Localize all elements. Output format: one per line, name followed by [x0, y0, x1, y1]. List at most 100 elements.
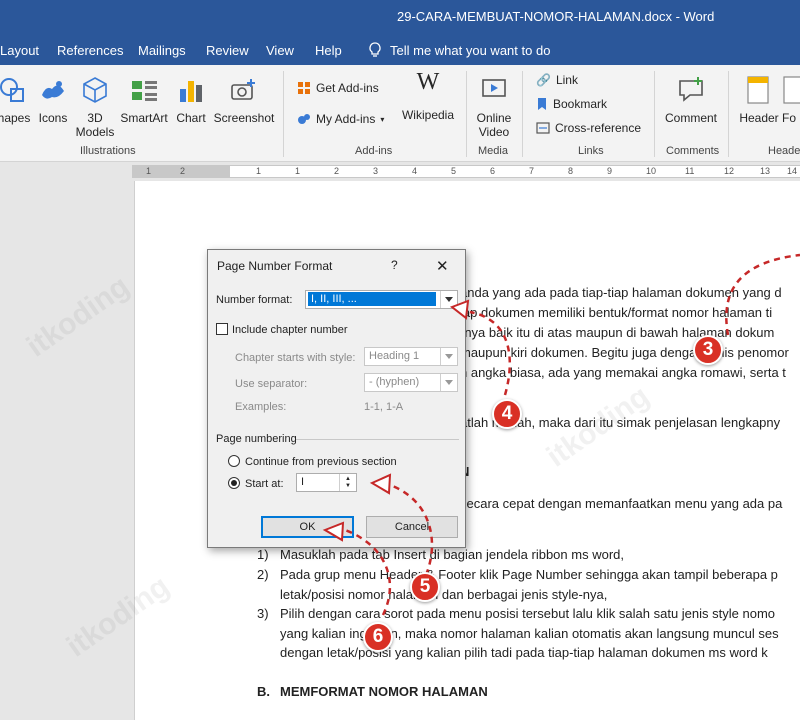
- separator-select[interactable]: - (hyphen): [364, 373, 458, 392]
- header-footer-group-label: Heade: [768, 145, 800, 157]
- section-number: B.: [257, 684, 270, 699]
- comments-group-label: Comments: [666, 145, 720, 157]
- 3d-models-button[interactable]: 3D Models: [74, 75, 116, 139]
- watermark-text: itkoding: [20, 269, 136, 364]
- 3d-models-label: 3D Models: [75, 111, 115, 139]
- ruler-tick: 14: [787, 166, 798, 176]
- tell-me-box[interactable]: Tell me what you want to do: [368, 42, 550, 58]
- start-at-label: Start at:: [245, 478, 284, 490]
- ruler-tick: 1: [295, 166, 301, 176]
- header-label: Header: [739, 111, 779, 125]
- screenshot-button[interactable]: Screenshot: [212, 75, 276, 125]
- dialog-title: Page Number Format: [217, 259, 333, 273]
- chevron-down-icon: [440, 374, 457, 391]
- ruler-tick: 1: [256, 166, 262, 176]
- cube-icon: [83, 77, 107, 103]
- step-marker-6: 6: [363, 622, 393, 652]
- icons-button[interactable]: Icons: [36, 75, 70, 125]
- number-format-label: Number format:: [216, 294, 293, 306]
- wikipedia-button[interactable]: W Wikipedia: [398, 69, 458, 122]
- tab-references[interactable]: References: [57, 43, 123, 58]
- list-item-text: Pilih dengan cara sorot pada menu posisi…: [280, 606, 775, 621]
- comment-button[interactable]: Comment: [662, 75, 720, 125]
- tab-help[interactable]: Help: [315, 43, 342, 58]
- bookmark-label: Bookmark: [553, 97, 608, 111]
- tab-view[interactable]: View: [266, 43, 294, 58]
- tab-layout[interactable]: Layout: [0, 43, 39, 58]
- cross-reference-button[interactable]: Cross-reference: [536, 121, 641, 135]
- chart-icon: [180, 81, 202, 102]
- close-icon[interactable]: ✕: [436, 257, 449, 275]
- addins-icon: [298, 114, 310, 124]
- link-button[interactable]: 🔗 Link: [536, 73, 578, 87]
- group-separator: [283, 71, 284, 157]
- links-group-label: Links: [578, 145, 604, 157]
- bookmark-icon: [538, 98, 546, 110]
- group-separator: [466, 71, 467, 157]
- header-button[interactable]: Header: [736, 75, 782, 125]
- get-addins-button[interactable]: Get Add-ins: [297, 81, 379, 95]
- ruler-tick: 3: [373, 166, 379, 176]
- ruler-area: 1 2 1 1 2 3 4 5 6 7 8 9 10 11 12 13 14: [0, 162, 800, 180]
- my-addins-button[interactable]: My Add-ins ▾: [297, 112, 384, 126]
- online-video-button[interactable]: Online Video: [472, 75, 516, 139]
- link-icon: 🔗: [536, 73, 551, 87]
- start-at-spinner[interactable]: I ▲ ▼: [296, 473, 357, 492]
- chevron-down-icon: [440, 291, 457, 308]
- ruler-tick: 13: [760, 166, 771, 176]
- list-item-text: dengan letak/posisi yang kalian pilih ta…: [280, 645, 768, 660]
- separator-value: - (hyphen): [369, 376, 420, 388]
- icons-label: Icons: [38, 111, 68, 125]
- ribbon: hapes Icons 3D Models SmartArt Chart Scr…: [0, 65, 800, 162]
- comment-label: Comment: [664, 111, 717, 125]
- shapes-button[interactable]: hapes: [0, 75, 32, 125]
- page-numbering-label: Page numbering: [216, 433, 297, 445]
- list-item-text: Pada grup menu Header & Footer klik Page…: [280, 567, 778, 582]
- horizontal-ruler[interactable]: 1 2 1 1 2 3 4 5 6 7 8 9 10 11 12 13 14: [132, 165, 800, 178]
- start-at-radio[interactable]: Start at:: [228, 477, 284, 490]
- link-label: Link: [555, 73, 578, 87]
- chart-label: Chart: [176, 111, 206, 125]
- number-format-select[interactable]: I, II, III, ...: [305, 290, 458, 309]
- help-icon[interactable]: ?: [391, 258, 398, 272]
- chart-button[interactable]: Chart: [174, 75, 208, 125]
- screenshot-label: Screenshot: [213, 111, 275, 125]
- body-text-line: maupun kiri dokumen. Begitu juga dengan …: [460, 345, 789, 360]
- ruler-tick: 2: [180, 166, 186, 176]
- list-item-text: Masuklah pada tab Insert di bagian jende…: [280, 547, 624, 562]
- online-video-label: Online Video: [476, 111, 512, 139]
- examples-label: Examples:: [235, 401, 287, 413]
- spinner-arrows-icon[interactable]: ▲ ▼: [339, 474, 356, 491]
- continue-radio[interactable]: Continue from previous section: [228, 455, 397, 468]
- ruler-tick: 7: [529, 166, 535, 176]
- ruler-tick: 11: [685, 166, 695, 176]
- ok-button[interactable]: OK: [261, 516, 354, 538]
- wikipedia-icon: W: [416, 69, 440, 95]
- chapter-style-label: Chapter starts with style:: [235, 352, 356, 364]
- tab-review[interactable]: Review: [206, 43, 249, 58]
- include-chapter-checkbox[interactable]: Include chapter number: [216, 323, 348, 336]
- step-marker-5: 5: [410, 572, 440, 602]
- footer-button[interactable]: Fo: [782, 75, 800, 125]
- comment-icon: [679, 77, 703, 102]
- body-text-line: -nya baik itu di atas maupun di bawah ha…: [460, 325, 775, 340]
- step-marker-3: 3: [693, 335, 723, 365]
- my-addins-label: My Add-ins: [316, 112, 376, 126]
- body-text-line: anda yang ada pada tiap-tiap halaman dok…: [460, 285, 782, 300]
- page-number-format-dialog: Page Number Format ? ✕ Number format: I,…: [207, 249, 466, 548]
- bookmark-button[interactable]: Bookmark: [536, 97, 607, 111]
- smartart-button[interactable]: SmartArt: [118, 75, 170, 125]
- list-item-text: yang kalian inginkan, maka nomor halaman…: [280, 626, 779, 641]
- chapter-style-select[interactable]: Heading 1: [364, 347, 458, 366]
- ruler-tick: 1: [146, 166, 152, 176]
- tell-me-text: Tell me what you want to do: [390, 42, 551, 58]
- cross-reference-label: Cross-reference: [555, 121, 642, 135]
- lightbulb-icon: [369, 42, 381, 57]
- tab-mailings[interactable]: Mailings: [138, 43, 186, 58]
- cancel-button[interactable]: Cancel: [366, 516, 458, 538]
- continue-label: Continue from previous section: [245, 456, 397, 468]
- header-icon: [747, 76, 769, 104]
- radio-circle: [228, 455, 240, 467]
- illustrations-group-label: Illustrations: [80, 145, 136, 157]
- checkbox-box: [216, 323, 228, 335]
